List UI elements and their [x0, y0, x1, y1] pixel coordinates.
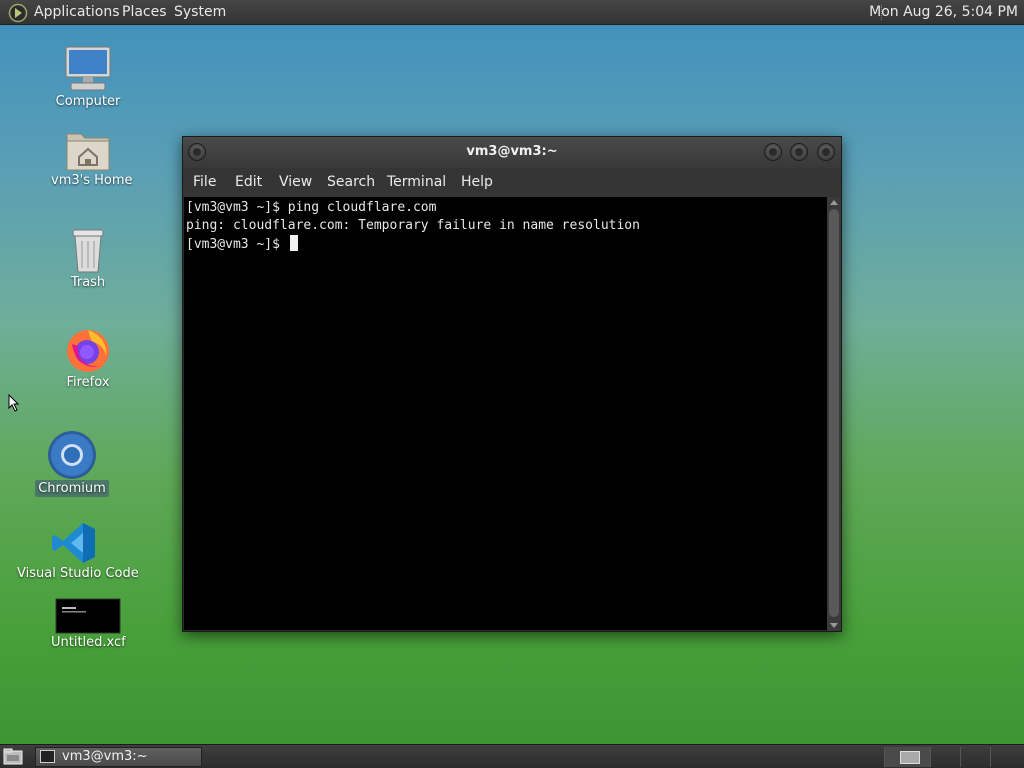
desktop-icon-chromium[interactable]: Chromium: [32, 430, 112, 497]
menu-search[interactable]: Search: [327, 174, 375, 190]
terminal-menubar: File Edit View Search Terminal Help: [183, 168, 841, 197]
workspace-1[interactable]: [884, 747, 930, 767]
clock[interactable]: Mon Aug 26, 5:04 PM: [869, 4, 1018, 20]
bottom-panel: vm3@vm3:~: [0, 744, 1024, 768]
desktop-icon-label: Computer: [55, 94, 121, 109]
desktop-icon-label: Visual Studio Code: [17, 566, 139, 581]
terminal-output[interactable]: [vm3@vm3 ~]$ ping cloudflare.com ping: cl…: [184, 197, 827, 630]
desktop-icon-vscode[interactable]: Visual Studio Code: [14, 521, 139, 582]
mouse-pointer-icon: [8, 394, 20, 412]
workspace-3[interactable]: [960, 747, 990, 767]
menu-view[interactable]: View: [279, 174, 312, 190]
desktop-icon-trash[interactable]: Trash: [48, 228, 128, 291]
desktop-icon-xcf[interactable]: Untitled.xcf: [48, 598, 128, 651]
terminal-app-icon: [40, 750, 55, 763]
desktop-icon-label: Firefox: [66, 375, 110, 390]
firefox-icon: [67, 330, 109, 372]
terminal-scrollbar[interactable]: [827, 197, 841, 631]
taskbar-button-terminal[interactable]: vm3@vm3:~: [35, 747, 202, 767]
menu-edit[interactable]: Edit: [235, 174, 262, 190]
workspace-window-thumbnail: [900, 751, 920, 764]
desktop-icon-home[interactable]: vm3's Home: [48, 128, 133, 189]
terminal-window[interactable]: vm3@vm3:~ File Edit View Search Terminal…: [182, 136, 842, 632]
places-menu[interactable]: Places: [122, 4, 167, 20]
menu-logo-icon[interactable]: [8, 3, 28, 23]
scroll-down-arrow-icon[interactable]: [830, 623, 838, 628]
terminal-line: [vm3@vm3 ~]$ ping cloudflare.com: [186, 200, 437, 215]
show-desktop-icon[interactable]: [3, 748, 23, 765]
vscode-icon: [52, 523, 95, 563]
window-title: vm3@vm3:~: [466, 144, 558, 159]
menu-file[interactable]: File: [193, 174, 216, 190]
applications-menu[interactable]: Applications: [34, 4, 120, 20]
xcf-thumbnail-icon: [55, 598, 121, 634]
chromium-icon: [48, 431, 96, 479]
home-folder-icon: [66, 133, 110, 171]
system-menu[interactable]: System: [174, 4, 226, 20]
scroll-thumb[interactable]: [829, 209, 839, 617]
desktop-icon-label: Untitled.xcf: [51, 635, 126, 650]
desktop-icon-label: Chromium: [35, 480, 109, 497]
desktop-icon-computer[interactable]: Computer: [48, 45, 128, 110]
text-cursor: [289, 235, 298, 251]
minimize-button[interactable]: [764, 143, 782, 161]
scroll-up-arrow-icon[interactable]: [830, 200, 838, 205]
desktop-icon-label: Trash: [70, 275, 106, 290]
terminal-prompt: [vm3@vm3 ~]$: [186, 237, 288, 252]
menu-terminal[interactable]: Terminal: [387, 174, 446, 190]
window-titlebar[interactable]: vm3@vm3:~: [183, 137, 841, 168]
terminal-line: ping: cloudflare.com: Temporary failure …: [186, 218, 640, 233]
close-button[interactable]: [817, 143, 835, 161]
maximize-button[interactable]: [790, 143, 808, 161]
computer-icon: [65, 46, 111, 91]
top-panel: Applications Places System Mon Aug 26, 5…: [0, 0, 1024, 25]
desktop-icon-firefox[interactable]: Firefox: [48, 326, 128, 391]
taskbar-button-label: vm3@vm3:~: [62, 749, 148, 764]
workspace-4[interactable]: [990, 747, 1024, 767]
desktop-icon-label: vm3's Home: [51, 173, 133, 188]
trash-icon: [72, 229, 104, 273]
workspace-2[interactable]: [930, 747, 960, 767]
terminal-prompt-line: [vm3@vm3 ~]$: [186, 235, 827, 254]
menu-help[interactable]: Help: [461, 174, 493, 190]
